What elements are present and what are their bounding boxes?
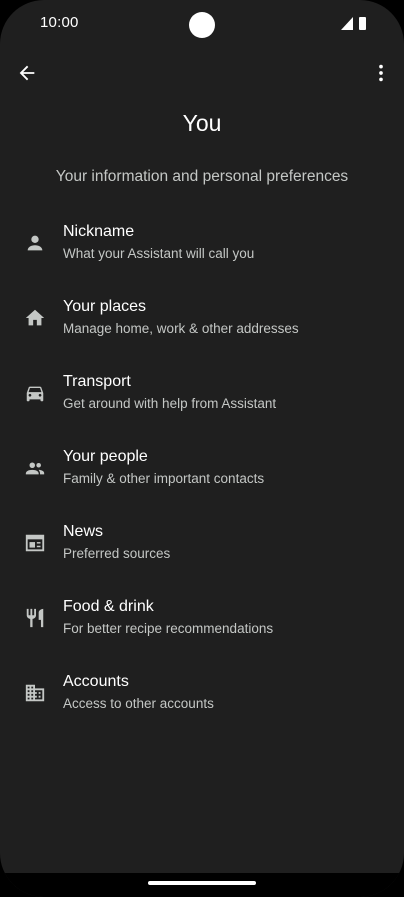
page-title: You (182, 110, 222, 136)
more-options-button[interactable] (366, 58, 396, 88)
status-bar: 10:00 (0, 0, 404, 46)
list-item-nickname[interactable]: Nickname What your Assistant will call y… (0, 204, 404, 279)
item-title: News (63, 523, 104, 540)
building-icon (25, 684, 45, 702)
list-item-food-drink[interactable]: Food & drink For better recipe recommend… (0, 579, 404, 654)
back-button[interactable] (12, 58, 42, 88)
page-subtitle: Your information and personal preference… (55, 168, 349, 185)
item-subtitle: What your Assistant will call you (63, 246, 255, 261)
restaurant-icon (26, 608, 44, 628)
item-subtitle: Family & other important contacts (63, 471, 265, 486)
item-title: Nickname (63, 223, 135, 240)
battery-icon (359, 17, 366, 30)
list-item-your-people[interactable]: Your people Family & other important con… (0, 429, 404, 504)
item-title: Transport (63, 373, 131, 390)
status-time: 10:00 (40, 14, 79, 31)
item-subtitle: Preferred sources (63, 546, 171, 561)
item-title: Your places (63, 298, 147, 315)
newspaper-icon (25, 534, 45, 552)
people-icon (25, 462, 45, 475)
list-item-transport[interactable]: Transport Get around with help from Assi… (0, 354, 404, 429)
item-title: Accounts (63, 673, 129, 690)
arrow-back-icon (19, 65, 35, 81)
item-subtitle: Manage home, work & other addresses (63, 321, 299, 336)
navigation-bar (0, 873, 404, 897)
item-subtitle: For better recipe recommendations (63, 621, 274, 636)
top-app-bar (0, 52, 404, 94)
phone-screen: 10:00 You Your information and personal … (0, 0, 404, 897)
list-item-news[interactable]: News Preferred sources (0, 504, 404, 579)
home-indicator[interactable] (148, 881, 256, 885)
item-subtitle: Get around with help from Assistant (63, 396, 277, 411)
preferences-list: Nickname What your Assistant will call y… (0, 204, 404, 729)
item-title: Food & drink (63, 598, 154, 615)
more-vert-icon (379, 64, 383, 82)
list-item-accounts[interactable]: Accounts Access to other accounts (0, 654, 404, 729)
home-icon (25, 309, 45, 326)
item-title: Your people (63, 448, 148, 465)
signal-battery-icon (341, 17, 366, 30)
car-icon (26, 386, 44, 402)
person-icon (27, 235, 43, 251)
list-item-your-places[interactable]: Your places Manage home, work & other ad… (0, 279, 404, 354)
item-subtitle: Access to other accounts (63, 696, 214, 711)
signal-icon (341, 17, 353, 30)
camera-cutout (189, 12, 215, 38)
